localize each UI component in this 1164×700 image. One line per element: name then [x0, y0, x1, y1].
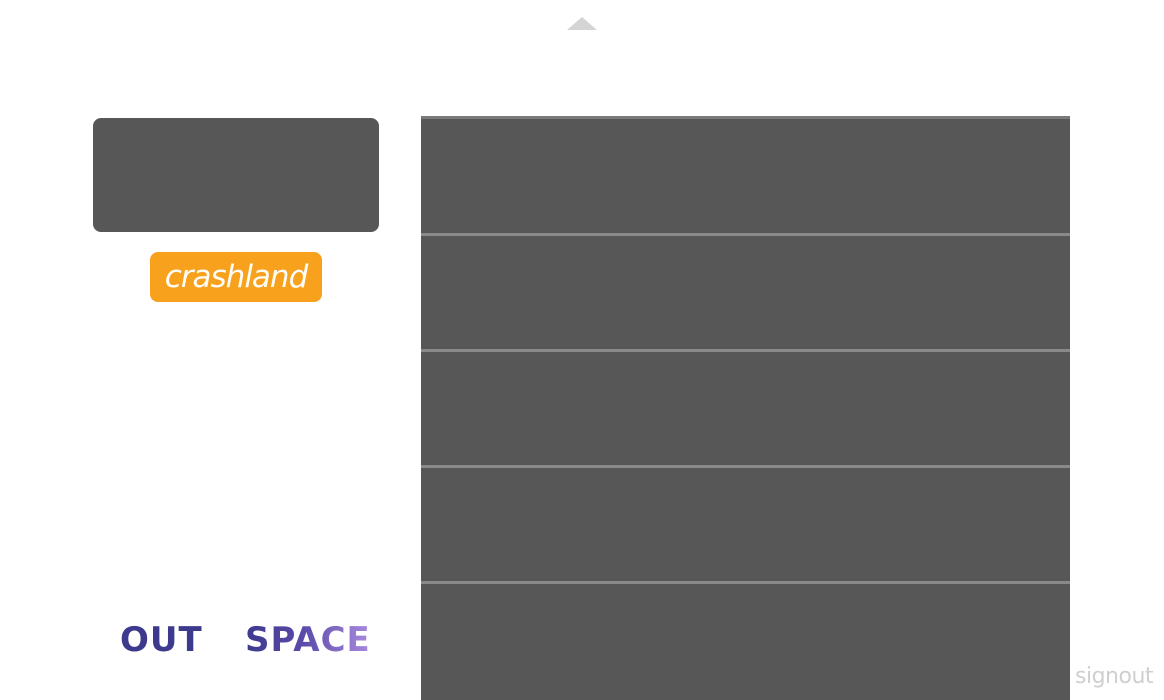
- list-item[interactable]: [421, 352, 1070, 465]
- crashland-button[interactable]: crashland: [150, 252, 322, 302]
- signout-link[interactable]: signout: [1075, 664, 1154, 689]
- crashland-label: crashland: [164, 259, 309, 295]
- list-item[interactable]: [421, 468, 1070, 581]
- list-item[interactable]: [421, 236, 1070, 349]
- app-page: crashland OUT SPACE signout: [0, 0, 1164, 700]
- content-list: [421, 116, 1070, 700]
- chevron-up-icon[interactable]: [566, 16, 598, 32]
- space-link[interactable]: SPACE: [245, 622, 371, 658]
- chevron-up-icon-graphic: [567, 17, 597, 30]
- profile-panel: [93, 118, 379, 232]
- list-item[interactable]: [421, 119, 1070, 232]
- out-link[interactable]: OUT: [120, 622, 203, 658]
- list-item[interactable]: [421, 584, 1070, 697]
